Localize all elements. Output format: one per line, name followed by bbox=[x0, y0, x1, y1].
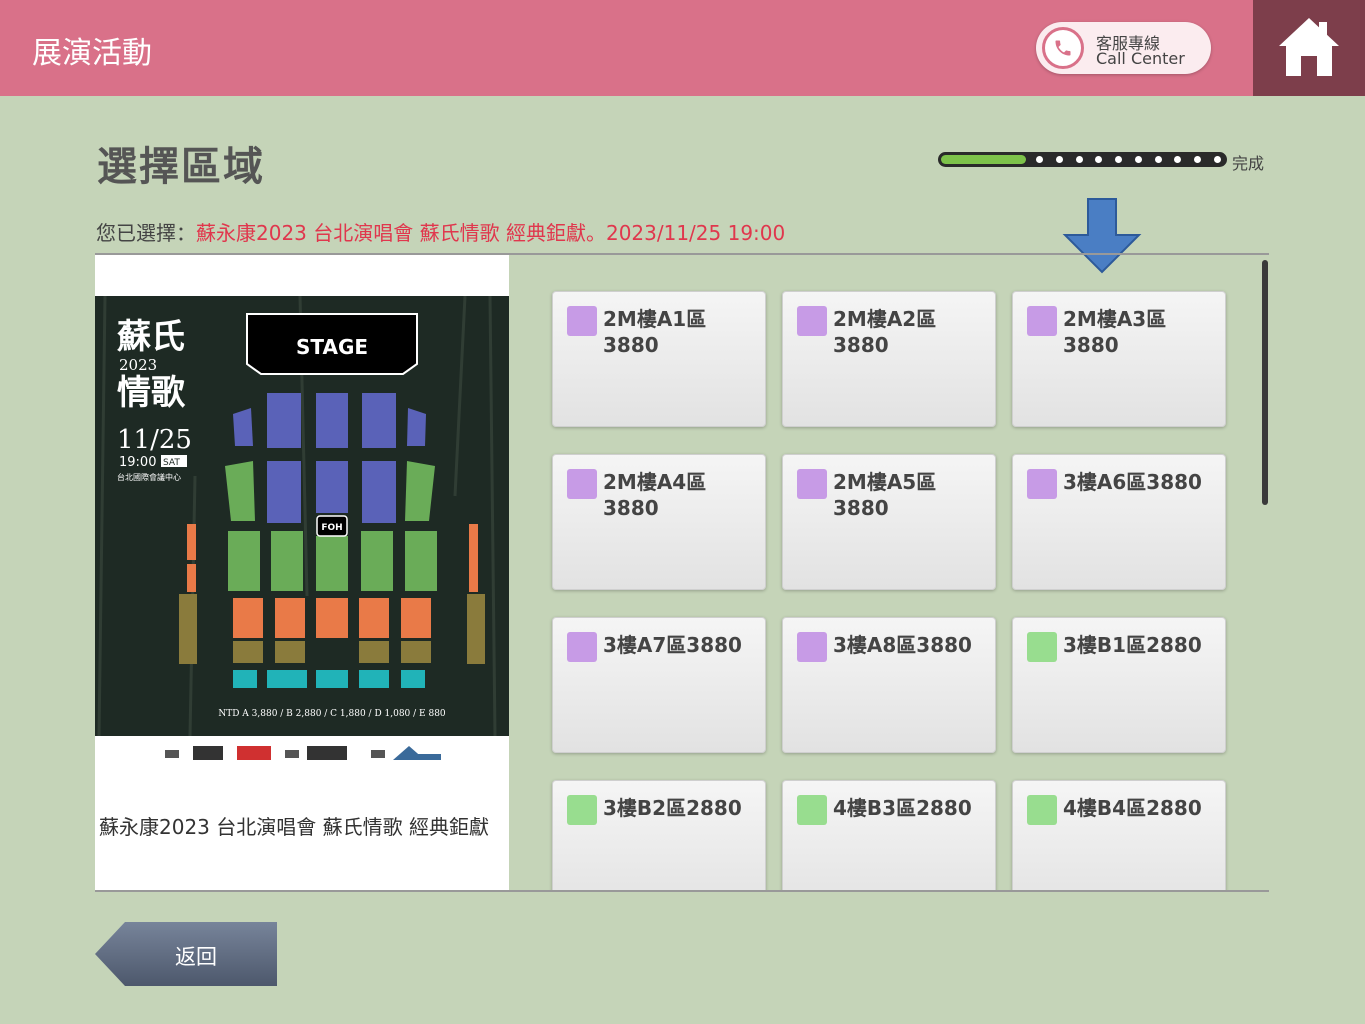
poster-venue: 台北國際會議中心 bbox=[117, 472, 181, 482]
zone-color-swatch bbox=[1027, 632, 1057, 662]
top-bar: 展演活動 客服專線 Call Center bbox=[0, 0, 1365, 96]
call-center-button[interactable]: 客服專線 Call Center bbox=[1036, 22, 1211, 74]
zone-name: 3樓A6區3880 bbox=[1063, 470, 1202, 494]
zone-name: 4樓B3區2880 bbox=[833, 796, 972, 820]
zone-name: 3樓B2區2880 bbox=[603, 796, 742, 820]
zone-color-swatch bbox=[797, 469, 827, 499]
progress-bar bbox=[938, 152, 1227, 167]
home-button[interactable] bbox=[1253, 0, 1365, 96]
zone-color-swatch bbox=[567, 469, 597, 499]
poster-day: SAT bbox=[163, 458, 180, 468]
poster-title-2: 情歌 bbox=[117, 373, 186, 413]
zone-tile[interactable]: 4樓B3區2880 bbox=[782, 780, 996, 890]
zone-color-swatch bbox=[1027, 469, 1057, 499]
stage-label: STAGE bbox=[296, 335, 368, 359]
zone-price: 3880 bbox=[1063, 333, 1119, 357]
zone-color-swatch bbox=[567, 795, 597, 825]
zone-name: 2M樓A4區 bbox=[603, 470, 707, 494]
zone-name: 2M樓A2區 bbox=[833, 307, 937, 331]
seating-chart-poster: 蘇氏 2023 情歌 11/25 19:00 SAT 台北國際會議中心 STAG… bbox=[95, 296, 509, 736]
zone-color-swatch bbox=[1027, 795, 1057, 825]
zone-name: 3樓A7區3880 bbox=[603, 633, 742, 657]
back-button[interactable]: 返回 bbox=[95, 922, 277, 986]
zone-name: 2M樓A1區 bbox=[603, 307, 707, 331]
zone-tile[interactable]: 2M樓A3區 3880 bbox=[1012, 291, 1226, 427]
zone-tile[interactable]: 2M樓A4區 3880 bbox=[552, 454, 766, 590]
zone-name: 3樓B1區2880 bbox=[1063, 633, 1202, 657]
zone-price: 3880 bbox=[603, 496, 659, 520]
zone-tile[interactable]: 2M樓A2區 3880 bbox=[782, 291, 996, 427]
selection-label: 您已選擇： bbox=[96, 221, 196, 245]
poster-year: 2023 bbox=[119, 356, 157, 374]
page-title: 選擇區域 bbox=[97, 144, 265, 190]
zone-tile[interactable]: 4樓B4區2880 bbox=[1012, 780, 1226, 890]
zone-tile[interactable]: 2M樓A5區 3880 bbox=[782, 454, 996, 590]
zone-name: 2M樓A5區 bbox=[833, 470, 937, 494]
progress-bar-fill bbox=[941, 155, 1026, 164]
poster-price-line: NTD A 3,880 / B 2,880 / C 1,880 / D 1,08… bbox=[218, 709, 446, 719]
zone-price: 3880 bbox=[833, 333, 889, 357]
seating-map: 蘇氏 2023 情歌 11/25 19:00 SAT 台北國際會議中心 STAG… bbox=[95, 296, 509, 736]
zone-color-swatch bbox=[567, 306, 597, 336]
progress-dots bbox=[1036, 156, 1221, 163]
event-caption: 蘇永康2023 台北演唱會 蘇氏情歌 經典鉅獻 bbox=[99, 815, 489, 839]
selection-value: 蘇永康2023 台北演唱會 蘇氏情歌 經典鉅獻。2023/11/25 19:00 bbox=[196, 221, 786, 245]
scrollbar[interactable] bbox=[1262, 260, 1268, 505]
selection-summary: 您已選擇：蘇永康2023 台北演唱會 蘇氏情歌 經典鉅獻。2023/11/25 … bbox=[96, 217, 785, 246]
poster-time: 19:00 bbox=[119, 455, 156, 470]
zone-color-swatch bbox=[797, 632, 827, 662]
phone-icon bbox=[1042, 27, 1084, 69]
progress-end-label: 完成 bbox=[1232, 154, 1265, 173]
zone-name: 2M樓A3區 bbox=[1063, 307, 1167, 331]
zone-name: 3樓A8區3880 bbox=[833, 633, 972, 657]
back-button-label: 返回 bbox=[175, 945, 217, 969]
poster-title-1: 蘇氏 bbox=[117, 317, 185, 357]
zone-name: 4樓B4區2880 bbox=[1063, 796, 1202, 820]
app-title: 展演活動 bbox=[32, 36, 152, 71]
main-content: 蘇氏 2023 情歌 11/25 19:00 SAT 台北國際會議中心 STAG… bbox=[95, 253, 1269, 892]
zone-color-swatch bbox=[567, 632, 597, 662]
zone-price: 3880 bbox=[603, 333, 659, 357]
zone-color-swatch bbox=[797, 306, 827, 336]
zone-tile[interactable]: 3樓A6區3880 bbox=[1012, 454, 1226, 590]
zone-tile[interactable]: 3樓B2區2880 bbox=[552, 780, 766, 890]
call-center-label-en: Call Center bbox=[1096, 49, 1185, 68]
home-icon bbox=[1279, 18, 1339, 76]
zone-tile[interactable]: 3樓A8區3880 bbox=[782, 617, 996, 753]
poster-panel: 蘇氏 2023 情歌 11/25 19:00 SAT 台北國際會議中心 STAG… bbox=[95, 255, 509, 890]
poster-date: 11/25 bbox=[117, 425, 192, 455]
zone-tile[interactable]: 3樓B1區2880 bbox=[1012, 617, 1226, 753]
zone-tile[interactable]: 3樓A7區3880 bbox=[552, 617, 766, 753]
foh-label: FOH bbox=[321, 523, 342, 533]
sponsor-logos bbox=[165, 746, 441, 760]
zone-color-swatch bbox=[1027, 306, 1057, 336]
zone-tile[interactable]: 2M樓A1區 3880 bbox=[552, 291, 766, 427]
zone-color-swatch bbox=[797, 795, 827, 825]
zone-price: 3880 bbox=[833, 496, 889, 520]
